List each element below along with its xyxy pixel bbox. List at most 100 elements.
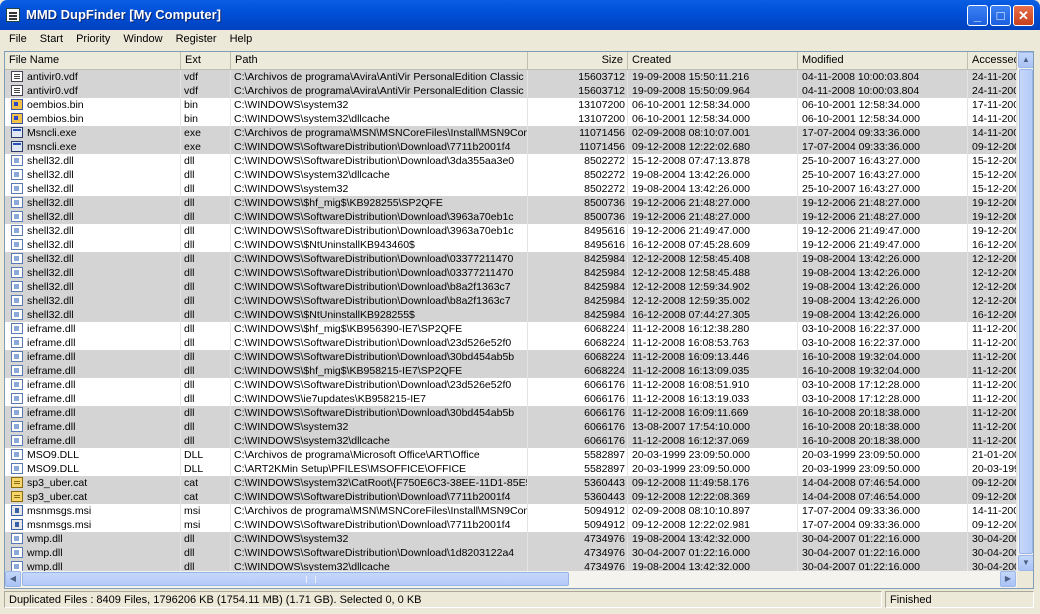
table-row[interactable]: ieframe.dll dll C:\WINDOWS\SoftwareDistrib… [5,336,1017,350]
created-cell: 19-08-2004 13:42:26.000 [628,168,798,182]
file-name-cell: shell32.dll [5,210,181,224]
accessed-cell: 11-12-2008 [968,406,1017,420]
column-header-modified[interactable]: Modified [798,52,968,69]
table-row[interactable]: ieframe.dll dll C:\WINDOWS\$hf_mig$\KB9582… [5,364,1017,378]
table-row[interactable]: shell32.dll dll C:\WINDOWS\$NtUninstallKB9… [5,308,1017,322]
title-bar[interactable]: MMD DupFinder [My Computer] _ □ ✕ [0,0,1040,30]
column-header-path[interactable]: Path [231,52,528,69]
close-icon: ✕ [1018,8,1029,23]
accessed-cell: 11-12-2008 [968,336,1017,350]
table-row[interactable]: shell32.dll dll C:\WINDOWS\system32 8502272… [5,182,1017,196]
size-cell: 8502272 [528,168,628,182]
path-cell: C:\WINDOWS\SoftwareDistribution\Download… [231,518,528,532]
path-cell: C:\WINDOWS\$hf_mig$\KB956390-IE7\SP2QFE [231,322,528,336]
table-row[interactable]: shell32.dll dll C:\WINDOWS\SoftwareDistrib… [5,280,1017,294]
modified-cell: 25-10-2007 16:43:27.000 [798,182,968,196]
table-row[interactable]: ieframe.dll dll C:\WINDOWS\SoftwareDistrib… [5,406,1017,420]
accessed-cell: 19-12-2008 [968,210,1017,224]
file-name-cell: ieframe.dll [5,364,181,378]
table-row[interactable]: ieframe.dll dll C:\WINDOWS\SoftwareDistrib… [5,378,1017,392]
menu-help[interactable]: Help [225,30,258,47]
table-row[interactable]: MSO9.DLL DLL C:\ART2KMin Setup\PFILES\MSOF… [5,462,1017,476]
ext-cell: dll [181,182,231,196]
menu-priority[interactable]: Priority [71,30,115,47]
column-header-accessed[interactable]: Accessed [968,52,1017,69]
scroll-left-button[interactable]: ◀ [5,571,21,587]
horizontal-scroll-thumb[interactable] [22,572,569,586]
accessed-cell: 16-12-2008 [968,238,1017,252]
horizontal-scrollbar[interactable]: ◀ ▶ [5,571,1017,588]
maximize-button[interactable]: □ [990,5,1011,26]
column-header-file-name[interactable]: File Name [5,52,181,69]
table-row[interactable]: Msncli.exe exe C:\Archivos de programa\MSN… [5,126,1017,140]
created-cell: 20-03-1999 23:09:50.000 [628,448,798,462]
size-cell: 15603712 [528,84,628,98]
close-button[interactable]: ✕ [1013,5,1034,26]
ext-cell: dll [181,364,231,378]
table-row[interactable]: shell32.dll dll C:\WINDOWS\$NtUninstallKB9… [5,238,1017,252]
table-row[interactable]: shell32.dll dll C:\WINDOWS\system32\dllcac… [5,168,1017,182]
column-header-size[interactable]: Size [528,52,628,69]
file-name-cell: antivir0.vdf [5,84,181,98]
path-cell: C:\WINDOWS\system32\dllcache [231,168,528,182]
menu-window[interactable]: Window [118,30,167,47]
table-row[interactable]: shell32.dll dll C:\WINDOWS\SoftwareDistrib… [5,294,1017,308]
ext-cell: dll [181,210,231,224]
path-cell: C:\WINDOWS\system32\CatRoot\{F750E6C3-38… [231,476,528,490]
path-cell: C:\Archivos de programa\Avira\AntiVir Pe… [231,70,528,84]
table-row[interactable]: ieframe.dll dll C:\WINDOWS\SoftwareDistrib… [5,350,1017,364]
table-row[interactable]: ieframe.dll dll C:\WINDOWS\$hf_mig$\KB9563… [5,322,1017,336]
table-row[interactable]: shell32.dll dll C:\WINDOWS\SoftwareDistrib… [5,224,1017,238]
scroll-right-button[interactable]: ▶ [1000,571,1016,587]
duplicates-list[interactable]: File Name Ext Path Size Created Modified… [4,51,1034,589]
menu-file[interactable]: File [4,30,32,47]
created-cell: 12-12-2008 12:58:45.408 [628,252,798,266]
accessed-cell: 14-11-2008 [968,126,1017,140]
vertical-scroll-thumb[interactable] [1019,69,1033,554]
table-row[interactable]: shell32.dll dll C:\WINDOWS\SoftwareDistrib… [5,266,1017,280]
app-icon[interactable] [6,8,20,22]
table-row[interactable]: msnmsgs.msi msi C:\WINDOWS\SoftwareDistrib… [5,518,1017,532]
menu-start[interactable]: Start [35,30,68,47]
path-cell: C:\Archivos de programa\MSN\MSNCoreFiles… [231,126,528,140]
column-header-created[interactable]: Created [628,52,798,69]
created-cell: 19-08-2004 13:42:26.000 [628,182,798,196]
scroll-up-button[interactable]: ▲ [1018,52,1033,68]
created-cell: 11-12-2008 16:09:11.669 [628,406,798,420]
table-row[interactable]: sp3_uber.cat cat C:\WINDOWS\SoftwareDistri… [5,490,1017,504]
table-row[interactable]: shell32.dll dll C:\WINDOWS\SoftwareDistrib… [5,154,1017,168]
modified-cell: 17-07-2004 09:33:36.000 [798,518,968,532]
table-row[interactable]: shell32.dll dll C:\WINDOWS\$hf_mig$\KB9282… [5,196,1017,210]
path-cell: C:\WINDOWS\system32 [231,98,528,112]
path-cell: C:\Archivos de programa\Avira\AntiVir Pe… [231,84,528,98]
file-name-cell: shell32.dll [5,266,181,280]
minimize-button[interactable]: _ [967,5,988,26]
table-row[interactable]: shell32.dll dll C:\WINDOWS\SoftwareDistrib… [5,210,1017,224]
table-row[interactable]: ieframe.dll dll C:\WINDOWS\ie7updates\KB95… [5,392,1017,406]
table-row[interactable]: msncli.exe exe C:\WINDOWS\SoftwareDistribu… [5,140,1017,154]
file-name-cell: msnmsgs.msi [5,504,181,518]
path-cell: C:\WINDOWS\$NtUninstallKB943460$ [231,238,528,252]
table-row[interactable]: wmp.dll dll C:\WINDOWS\SoftwareDistributio… [5,546,1017,560]
table-row[interactable]: antivir0.vdf vdf C:\Archivos de programa\A… [5,70,1017,84]
scroll-down-button[interactable]: ▼ [1018,555,1033,571]
accessed-cell: 11-12-2008 [968,364,1017,378]
table-row[interactable]: wmp.dll dll C:\WINDOWS\system32 4734976 19-0… [5,532,1017,546]
table-row[interactable]: msnmsgs.msi msi C:\Archivos de programa\MS… [5,504,1017,518]
table-row[interactable]: oembios.bin bin C:\WINDOWS\system32\dllcac… [5,112,1017,126]
modified-cell: 16-10-2008 20:18:38.000 [798,434,968,448]
vertical-scrollbar[interactable]: ▲ ▼ [1017,52,1033,571]
ext-cell: dll [181,266,231,280]
table-row[interactable]: ieframe.dll dll C:\WINDOWS\system32\dllcac… [5,434,1017,448]
menu-register[interactable]: Register [171,30,222,47]
table-row[interactable]: ieframe.dll dll C:\WINDOWS\system32 6066176… [5,420,1017,434]
created-cell: 09-12-2008 11:49:58.176 [628,476,798,490]
table-row[interactable]: shell32.dll dll C:\WINDOWS\SoftwareDistrib… [5,252,1017,266]
table-row[interactable]: antivir0.vdf vdf C:\Archivos de programa\A… [5,84,1017,98]
column-header-ext[interactable]: Ext [181,52,231,69]
table-row[interactable]: MSO9.DLL DLL C:\Archivos de programa\Micro… [5,448,1017,462]
table-row[interactable]: oembios.bin bin C:\WINDOWS\system32 1310720… [5,98,1017,112]
path-cell: C:\WINDOWS\SoftwareDistribution\Download… [231,252,528,266]
table-row[interactable]: sp3_uber.cat cat C:\WINDOWS\system32\CatRo… [5,476,1017,490]
size-cell: 6068224 [528,322,628,336]
